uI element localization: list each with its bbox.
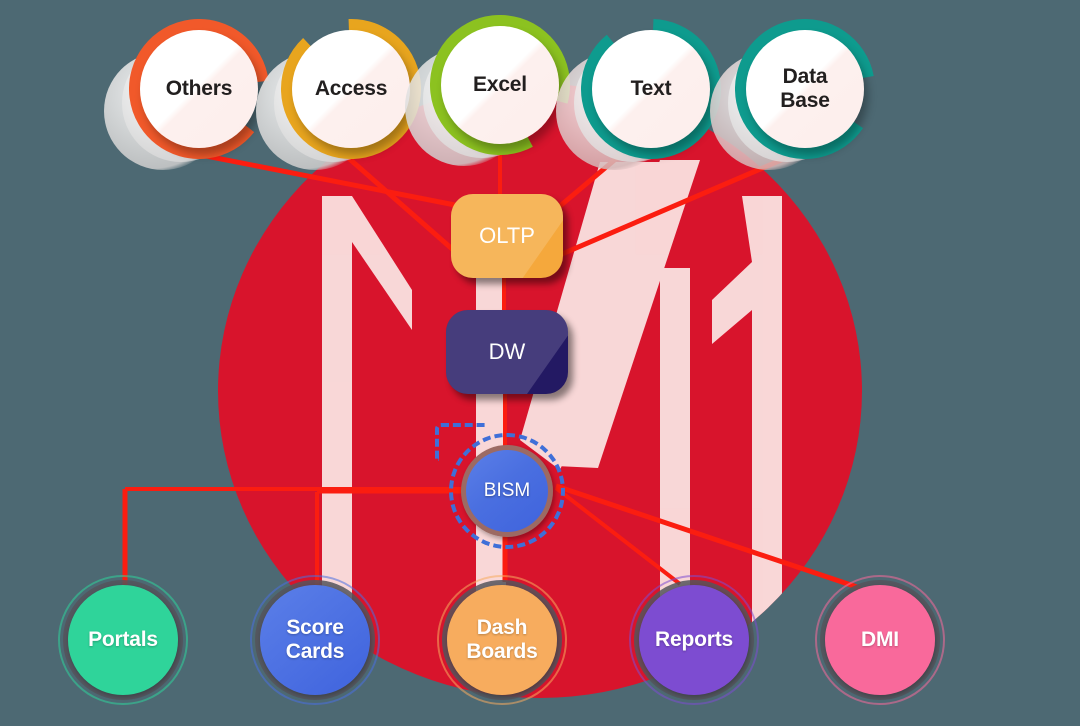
process-node-dw[interactable]: DW (446, 310, 568, 394)
selection-handle[interactable] (435, 423, 485, 461)
output-node-score-cards[interactable]: Score Cards (250, 575, 380, 705)
process-node-oltp[interactable]: OLTP (451, 194, 563, 278)
output-label: Score Cards (285, 616, 345, 663)
source-label: Excel (473, 73, 527, 97)
source-label: Others (165, 77, 233, 101)
process-label: DW (488, 339, 526, 364)
source-node-excel[interactable]: Excel (405, 15, 570, 166)
output-node-dash-boards[interactable]: Dash Boards (437, 575, 567, 705)
output-label: Dash Boards (466, 616, 538, 663)
output-label: Reports (655, 628, 733, 652)
output-node-dmi[interactable]: DMI (815, 575, 945, 705)
model-label: BISM (483, 480, 531, 501)
source-node-database[interactable]: Data Base (710, 19, 875, 170)
source-node-text[interactable]: Text (556, 19, 721, 170)
source-label: Access (314, 77, 388, 101)
output-node-reports[interactable]: Reports (629, 575, 759, 705)
source-label: Data Base (780, 65, 830, 112)
output-label: DMI (861, 628, 899, 652)
output-label: Portals (88, 628, 158, 652)
source-label: Text (630, 77, 672, 101)
source-node-others[interactable]: Others (104, 19, 269, 170)
model-node-bism[interactable]: BISM (435, 423, 565, 549)
output-node-portals[interactable]: Portals (58, 575, 188, 705)
diagram-canvas: Others Access Excel Text Data Base OLTP (0, 0, 1080, 721)
process-label: OLTP (479, 223, 535, 248)
source-node-access[interactable]: Access (256, 19, 421, 170)
